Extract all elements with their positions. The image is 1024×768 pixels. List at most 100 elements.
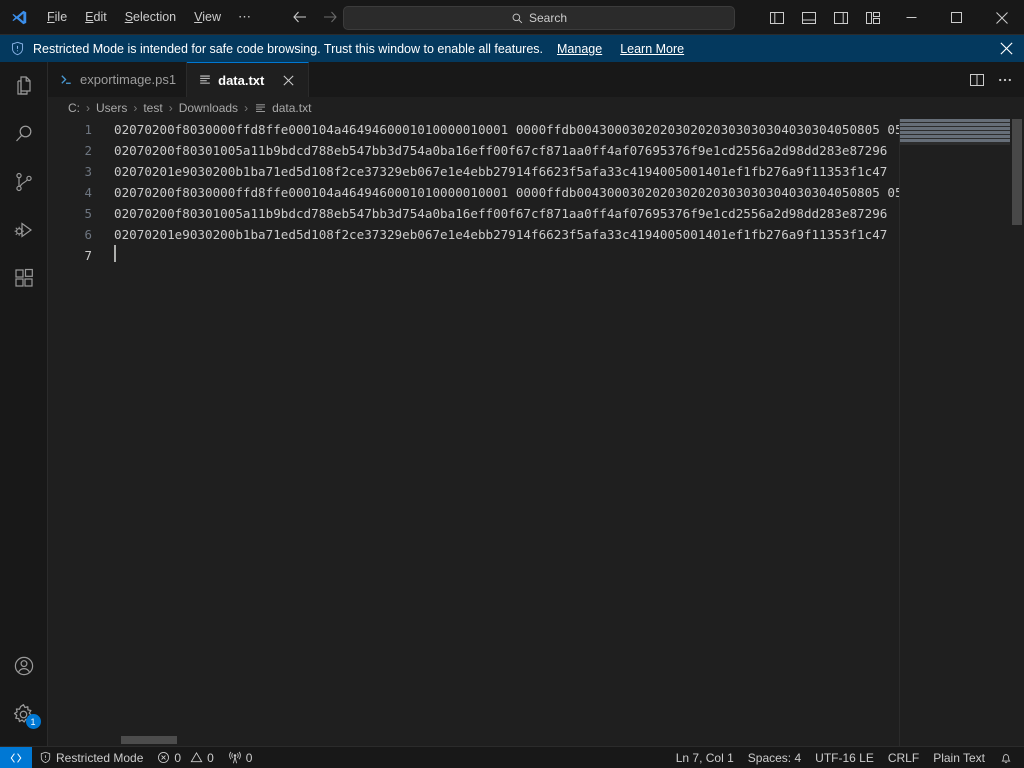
arrow-left-icon[interactable] <box>290 7 310 27</box>
activity-bar: 1 <box>0 62 48 746</box>
bell-icon <box>999 751 1013 765</box>
code-line[interactable]: 6 02070201e9030200b1ba71ed5d108f2ce37329… <box>48 224 1024 245</box>
error-icon <box>157 751 170 764</box>
minimize-button[interactable] <box>889 0 934 35</box>
menu-more-button[interactable]: ⋯ <box>230 7 260 27</box>
line-number: 5 <box>84 206 92 221</box>
status-ports[interactable]: 0 <box>221 747 260 768</box>
breadcrumb-item-users[interactable]: Users <box>96 101 127 115</box>
remote-window-button[interactable] <box>0 746 32 768</box>
horizontal-scrollbar-thumb[interactable] <box>121 736 177 744</box>
menu-view[interactable]: View <box>186 5 229 29</box>
breadcrumb-separator: › <box>168 101 173 115</box>
powershell-icon <box>59 72 74 87</box>
tab-data-txt[interactable]: data.txt <box>187 62 310 97</box>
manage-settings-button[interactable]: 1 <box>0 690 48 738</box>
vscode-logo-icon <box>0 9 38 26</box>
status-warning-count: 0 <box>207 750 214 765</box>
status-encoding[interactable]: UTF-16 LE <box>808 747 881 768</box>
breadcrumb-item-downloads[interactable]: Downloads <box>179 101 238 115</box>
code-line[interactable]: 1 02070200f8030000ffd8ffe000104a46494600… <box>48 119 1024 140</box>
radio-tower-icon <box>228 751 242 765</box>
minimap-slider[interactable] <box>900 119 1010 145</box>
editor-tab-actions <box>964 62 1024 97</box>
code-line[interactable]: 5 02070200f80301005a11b9bdcd788eb547bb3d… <box>48 203 1024 224</box>
tab-exportimage-ps1[interactable]: exportimage.ps1 <box>48 62 188 97</box>
banner-manage-link[interactable]: Manage <box>557 42 602 56</box>
breadcrumb-separator: › <box>133 101 138 115</box>
code-line-current[interactable]: 7 <box>48 245 1024 266</box>
code-line[interactable]: 3 02070201e9030200b1ba71ed5d108f2ce37329… <box>48 161 1024 182</box>
sidebar-item-search[interactable] <box>0 110 48 158</box>
menu-edit[interactable]: Edit <box>77 5 115 29</box>
close-icon[interactable] <box>997 39 1016 58</box>
toggle-panel-icon[interactable] <box>796 5 822 31</box>
accounts-button[interactable] <box>0 642 48 690</box>
code-line[interactable]: 4 02070200f8030000ffd8ffe000104a46494600… <box>48 182 1024 203</box>
breadcrumb: C: › Users › test › Downloads › data.txt <box>48 97 1024 119</box>
line-number: 2 <box>84 143 92 158</box>
horizontal-scrollbar[interactable] <box>48 734 1010 746</box>
line-number: 3 <box>84 164 92 179</box>
close-icon[interactable] <box>278 70 298 90</box>
arrow-right-icon[interactable] <box>320 7 340 27</box>
title-bar: File Edit Selection View ⋯ Search <box>0 0 1024 35</box>
shield-icon <box>39 751 52 764</box>
settings-badge: 1 <box>25 714 41 729</box>
search-icon <box>511 12 524 25</box>
line-content: 02070201e9030200b1ba71ed5d108f2ce37329eb… <box>114 227 888 242</box>
line-content: 02070200f80301005a11b9bdcd788eb547bb3d75… <box>114 143 888 158</box>
line-content: 02070200f8030000ffd8ffe000104a4649460001… <box>114 185 903 200</box>
maximize-button[interactable] <box>934 0 979 35</box>
status-language-mode[interactable]: Plain Text <box>926 747 992 768</box>
editor-area: exportimage.ps1 data.txt C: › Users › te… <box>48 62 1024 746</box>
status-ports-count: 0 <box>245 750 253 765</box>
customize-layout-icon[interactable] <box>860 5 886 31</box>
code-editor[interactable]: 1 02070200f8030000ffd8ffe000104a46494600… <box>48 119 1024 746</box>
status-cursor-position[interactable]: Ln 7, Col 1 <box>669 747 741 768</box>
status-notifications[interactable] <box>992 747 1024 768</box>
status-indentation[interactable]: Spaces: 4 <box>741 747 808 768</box>
sidebar-item-source-control[interactable] <box>0 158 48 206</box>
sidebar-item-extensions[interactable] <box>0 254 48 302</box>
ellipsis-icon[interactable] <box>992 67 1018 93</box>
status-bar: Restricted Mode 0 0 0 Ln 7, Col 1 Spaces… <box>0 746 1024 768</box>
editor-tab-bar: exportimage.ps1 data.txt <box>48 62 1024 97</box>
banner-message: Restricted Mode is intended for safe cod… <box>33 41 543 56</box>
sidebar-item-explorer[interactable] <box>0 62 48 110</box>
menu-file[interactable]: File <box>39 5 75 29</box>
breadcrumb-separator: › <box>244 101 249 115</box>
split-editor-icon[interactable] <box>964 67 990 93</box>
shield-icon <box>10 41 25 56</box>
status-eol[interactable]: CRLF <box>881 747 926 768</box>
line-number: 4 <box>84 185 92 200</box>
tab-bar-filler <box>309 62 964 97</box>
vertical-scrollbar-thumb[interactable] <box>1012 119 1022 225</box>
breadcrumb-item-drive[interactable]: C: <box>68 101 80 115</box>
navigation-arrows <box>290 7 340 27</box>
code-line[interactable]: 2 02070200f80301005a11b9bdcd788eb547bb3d… <box>48 140 1024 161</box>
menu-selection[interactable]: Selection <box>117 5 184 29</box>
status-restricted-mode[interactable]: Restricted Mode <box>32 747 150 768</box>
sidebar-item-run-and-debug[interactable] <box>0 206 48 254</box>
status-problems[interactable]: 0 0 <box>150 747 220 768</box>
toggle-secondary-sidebar-icon[interactable] <box>828 5 854 31</box>
status-restricted-mode-label: Restricted Mode <box>56 750 144 765</box>
vertical-scrollbar[interactable] <box>1010 119 1024 746</box>
line-number: 1 <box>84 122 92 137</box>
search-input[interactable]: Search <box>343 6 735 30</box>
toggle-primary-sidebar-icon[interactable] <box>764 5 790 31</box>
search-placeholder: Search <box>528 11 568 25</box>
menu-bar: File Edit Selection View ⋯ <box>38 0 260 34</box>
window-actions <box>761 0 1024 35</box>
banner-learn-more-link[interactable]: Learn More <box>620 42 684 56</box>
code-lines: 1 02070200f8030000ffd8ffe000104a46494600… <box>48 119 1024 266</box>
line-content: 02070201e9030200b1ba71ed5d108f2ce37329eb… <box>114 164 888 179</box>
breadcrumb-item-file[interactable]: data.txt <box>254 101 311 115</box>
breadcrumb-item-test[interactable]: test <box>143 101 162 115</box>
text-file-icon <box>254 102 267 115</box>
line-number: 6 <box>84 227 92 242</box>
tab-label: data.txt <box>218 72 265 88</box>
minimap[interactable] <box>900 119 1010 746</box>
close-button[interactable] <box>979 0 1024 35</box>
